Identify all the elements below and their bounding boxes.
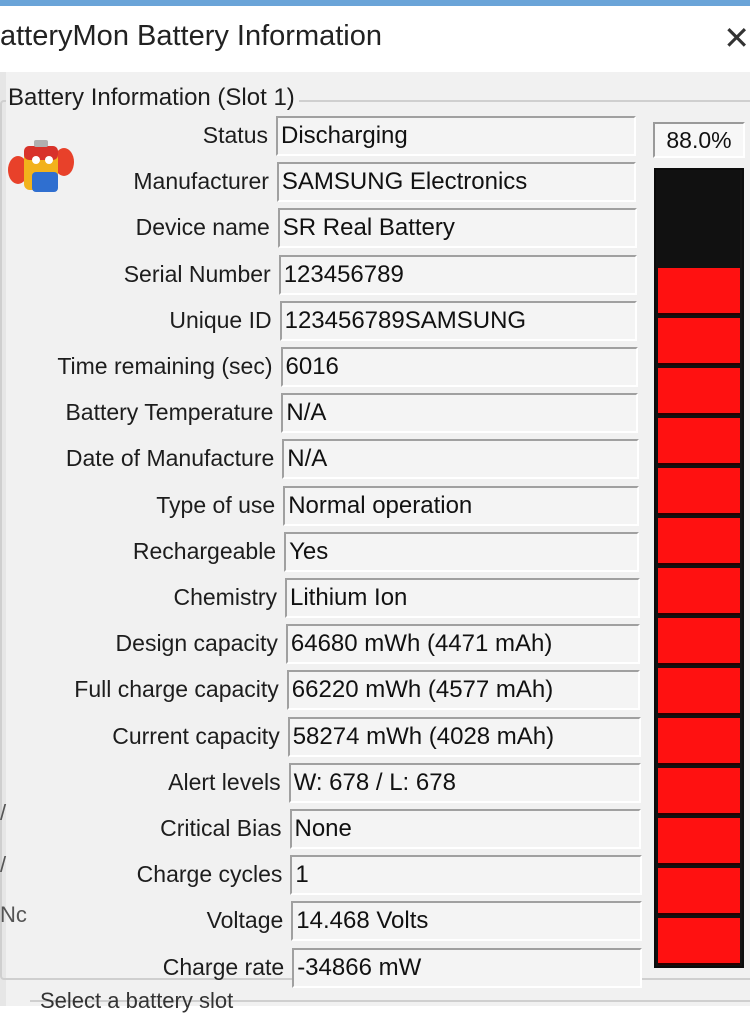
meter-segment	[658, 468, 740, 515]
meter-segment	[658, 318, 740, 365]
row-value-field[interactable]: 66220 mWh (4577 mAh)	[286, 670, 641, 711]
row-label: Date of Manufacture	[65, 445, 275, 472]
row-label: Charge rate	[162, 953, 285, 980]
row-label: Time remaining (sec)	[57, 353, 273, 379]
row-value-field[interactable]: 123456789	[278, 254, 638, 295]
meter-segment	[658, 568, 740, 615]
row-label: Design capacity	[115, 630, 278, 657]
row-value-field[interactable]: N/A	[282, 439, 639, 480]
row-value-field[interactable]: SR Real Battery	[277, 208, 637, 249]
charge-meter	[654, 168, 744, 968]
left-partial-1: /	[0, 800, 7, 825]
meter-segment	[658, 368, 740, 415]
row-label: Charge cycles	[136, 861, 283, 888]
meter-segment	[658, 918, 740, 965]
row-value-field[interactable]: None	[289, 809, 642, 849]
row-label: Rechargeable	[132, 537, 277, 564]
row-label: Serial Number	[123, 260, 271, 287]
row-label: Type of use	[156, 491, 276, 518]
meter-segment	[658, 868, 740, 915]
row-value-field[interactable]: 1	[290, 855, 642, 896]
battery-info-window: atteryMon Battery Information ✕ Battery …	[0, 0, 750, 1013]
row-value-field[interactable]: 58274 mWh (4028 mAh)	[287, 716, 641, 757]
row-value-field[interactable]: Yes	[284, 531, 640, 572]
window-title: atteryMon Battery Information	[0, 20, 382, 52]
row-value-field[interactable]: N/A	[281, 393, 639, 434]
row-value-field[interactable]: Discharging	[276, 116, 636, 156]
title-bar[interactable]: atteryMon Battery Information ✕	[0, 0, 750, 72]
left-partial-2: /	[0, 852, 7, 877]
meter-segment	[658, 268, 740, 315]
row-value-field[interactable]: Normal operation	[283, 485, 639, 526]
row-label: Manufacturer	[133, 168, 269, 195]
left-partial-3: Nc	[0, 902, 27, 927]
meter-segment	[658, 518, 740, 565]
meter-segment	[658, 818, 740, 865]
meter-segment	[658, 718, 740, 765]
groupbox-label: Battery Information (Slot 1)	[6, 84, 299, 112]
meter-segment	[658, 618, 740, 665]
row-value-field[interactable]: 123456789SAMSUNG	[279, 300, 638, 341]
row-label: Current capacity	[112, 722, 280, 749]
row-label: Unique ID	[169, 306, 272, 333]
row-value-field[interactable]: W: 678 / L: 678	[288, 762, 642, 803]
row-label: Alert levels	[168, 768, 281, 795]
row-value-field[interactable]: 6016	[280, 347, 638, 387]
row-label: Full charge capacity	[74, 676, 279, 703]
charge-percent: 88.0%	[653, 122, 745, 158]
row-value-field[interactable]: Lithium Ion	[285, 578, 640, 618]
row-value-field[interactable]: -34866 mW	[292, 947, 643, 988]
close-icon[interactable]: ✕	[722, 20, 750, 56]
row-label: Status	[202, 122, 268, 148]
row-label: Voltage	[206, 907, 284, 934]
row-value-field[interactable]: 64680 mWh (4471 mAh)	[285, 624, 640, 665]
row-value-field[interactable]: 14.468 Volts	[291, 901, 643, 942]
meter-segment	[658, 668, 740, 715]
meter-segment	[658, 418, 740, 465]
slot-selector-label: Select a battery slot	[40, 988, 234, 1013]
row-label: Critical Bias	[160, 815, 282, 841]
row-label: Device name	[135, 214, 270, 241]
meter-segment	[658, 768, 740, 815]
row-label: Chemistry	[173, 584, 277, 610]
row-value-field[interactable]: SAMSUNG Electronics	[276, 162, 637, 203]
row-label: Battery Temperature	[65, 399, 274, 426]
